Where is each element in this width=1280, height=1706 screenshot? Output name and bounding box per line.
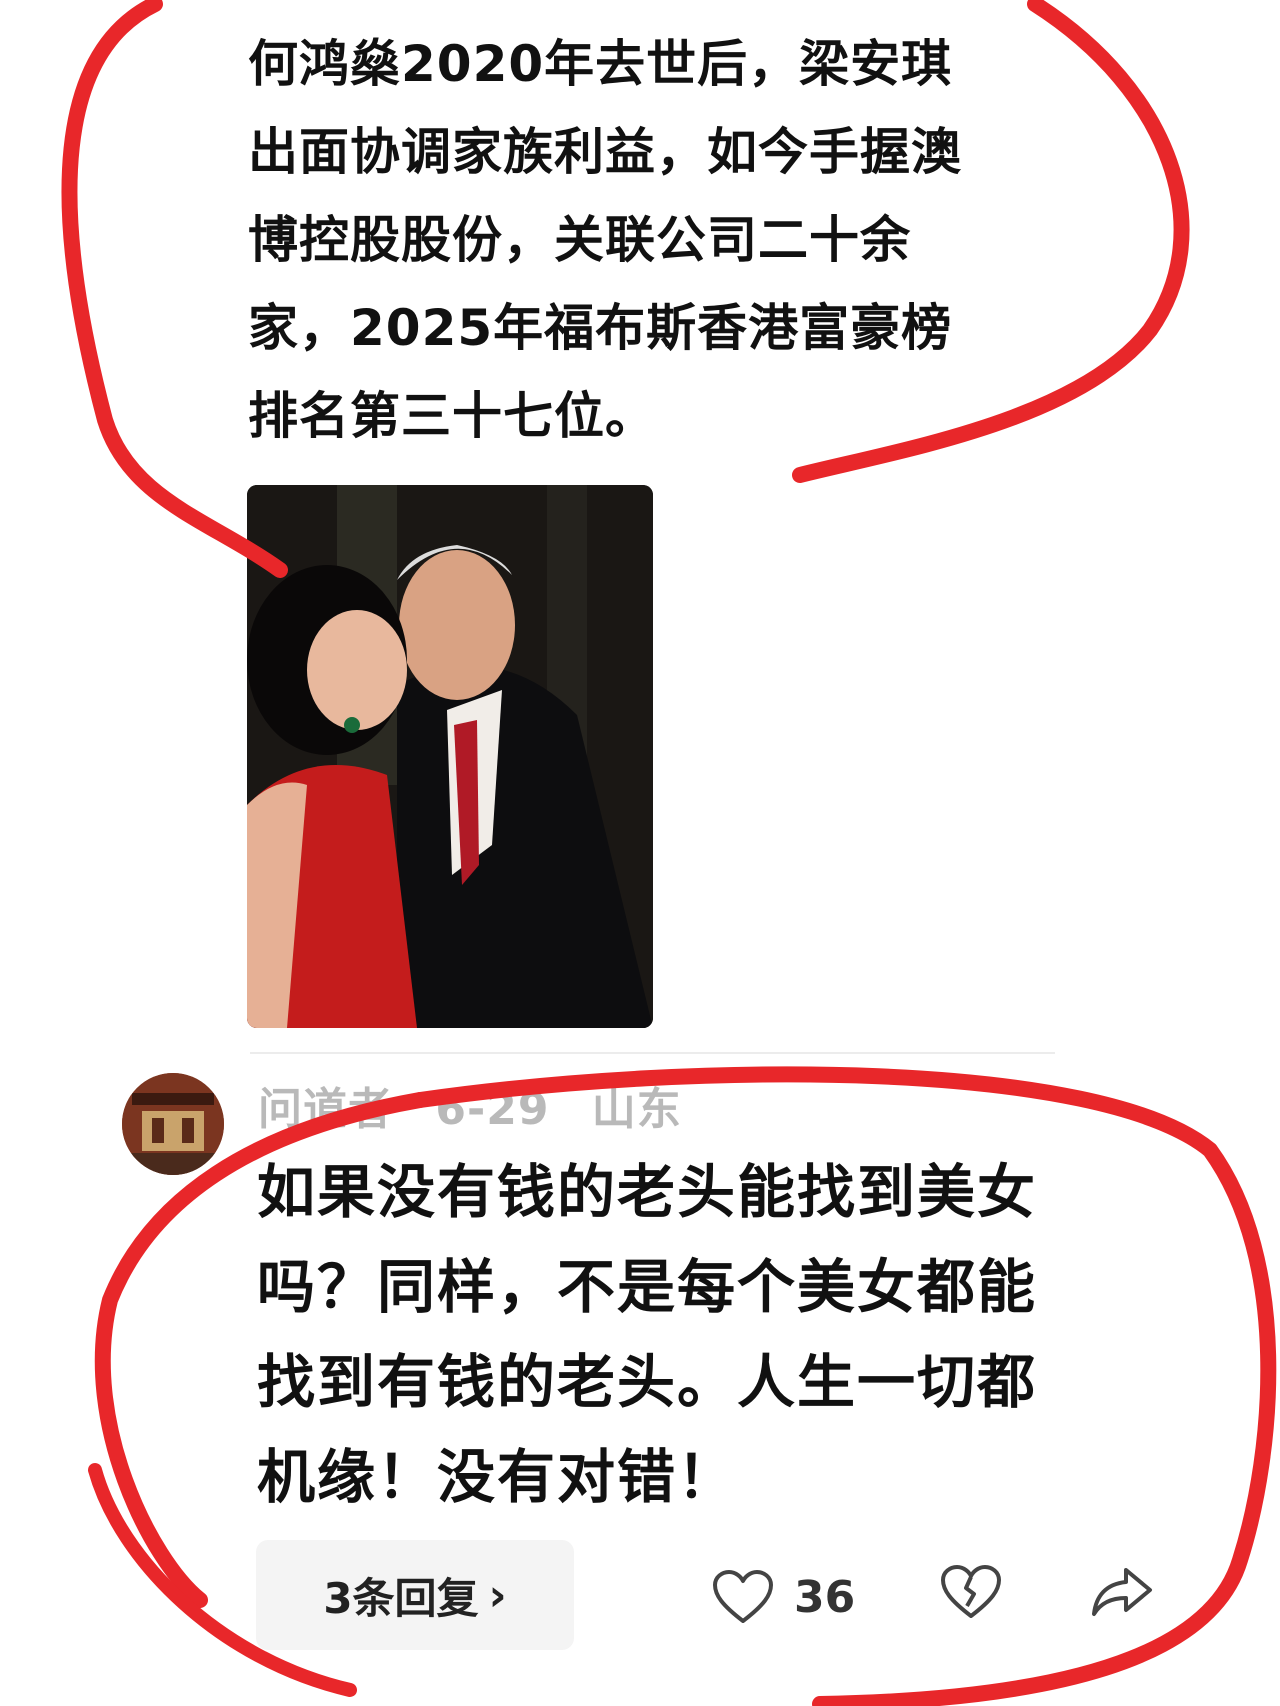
like-button[interactable]: 36 <box>712 1562 855 1632</box>
comment-line: 吗？同样，不是每个美女都能 <box>257 1253 1038 1321</box>
heart-icon <box>713 1570 773 1623</box>
post-body: 何鸿燊2020年去世后，梁安琪 出面协调家族利益，如今手握澳 博控股股份，关联公… <box>248 20 1078 460</box>
avatar[interactable] <box>122 1073 224 1175</box>
comment-location: 山东 <box>591 1084 682 1135</box>
replies-label: 3条回复 <box>323 1573 479 1623</box>
comment-line: 找到有钱的老头。人生一切都 <box>257 1348 1038 1416</box>
comment-body: 如果没有钱的老头能找到美女 吗？同样，不是每个美女都能 找到有钱的老头。人生一切… <box>257 1145 1177 1525</box>
photo-illustration <box>247 485 653 1028</box>
broken-heart-icon <box>941 1565 1001 1618</box>
comment-line: 机缘！没有对错！ <box>257 1443 738 1511</box>
post-line: 排名第三十七位。 <box>248 387 656 445</box>
like-count: 36 <box>794 1571 856 1623</box>
dislike-button[interactable] <box>940 1564 1002 1624</box>
post-photo[interactable] <box>247 485 653 1028</box>
post-line: 家，2025年福布斯香港富豪榜 <box>248 299 953 357</box>
comment-username[interactable]: 问道者 <box>258 1084 393 1135</box>
comment-line: 如果没有钱的老头能找到美女 <box>257 1158 1038 1226</box>
share-arrow-icon <box>1092 1568 1152 1616</box>
share-button[interactable] <box>1090 1564 1154 1624</box>
view-replies-button[interactable]: 3条回复 › <box>256 1540 574 1650</box>
post-line: 博控股股份，关联公司二十余 <box>248 211 911 269</box>
avatar-image <box>122 1073 224 1175</box>
post-line: 出面协调家族利益，如今手握澳 <box>248 123 962 181</box>
chevron-right-icon: › <box>488 1569 507 1621</box>
post-line: 何鸿燊2020年去世后，梁安琪 <box>248 35 953 93</box>
comment-meta: 问道者 6-29 山东 <box>258 1073 708 1137</box>
divider <box>250 1052 1055 1054</box>
comment-date: 6-29 <box>435 1084 550 1135</box>
